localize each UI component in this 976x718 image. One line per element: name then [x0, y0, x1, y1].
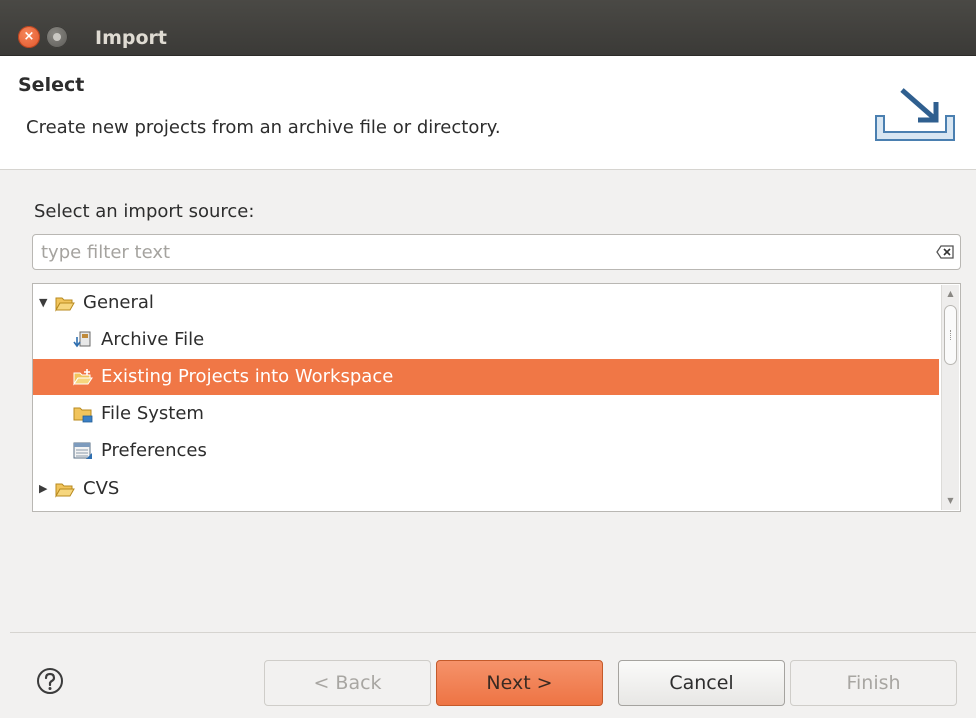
import-source-label: Select an import source:: [34, 201, 255, 222]
folder-open-icon: [55, 297, 75, 312]
tree-item-cvs[interactable]: ▶ CVS: [33, 471, 939, 507]
import-source-tree[interactable]: ▼ General Archive File Existing Projects…: [32, 283, 961, 512]
archive-file-icon: [73, 331, 91, 348]
filter-input[interactable]: [33, 235, 913, 269]
footer-separator: [10, 632, 976, 633]
close-icon: ×: [23, 29, 35, 44]
scroll-down-arrow-icon[interactable]: ▼: [944, 494, 957, 508]
filter-box: [32, 234, 961, 270]
tree-scrollbar[interactable]: ▲ ▼: [941, 285, 959, 510]
wizard-header: Select Create new projects from an archi…: [0, 56, 976, 170]
tree-item-label: Preferences: [101, 440, 207, 461]
tree-item-label: Existing Projects into Workspace: [101, 366, 394, 387]
minimize-window-button[interactable]: [46, 26, 68, 48]
next-button[interactable]: Next >: [436, 660, 603, 706]
preferences-icon: [73, 442, 92, 459]
cancel-button[interactable]: Cancel: [618, 660, 785, 706]
back-button[interactable]: < Back: [264, 660, 431, 706]
finish-button[interactable]: Finish: [790, 660, 957, 706]
scrollbar-thumb[interactable]: [944, 305, 957, 365]
folder-open-icon: [55, 483, 75, 498]
help-icon[interactable]: [36, 667, 64, 695]
page-title: Select: [18, 74, 85, 96]
existing-projects-icon: [73, 369, 93, 386]
expanded-arrow-icon[interactable]: ▼: [39, 285, 51, 321]
title-bar: × Import: [0, 0, 976, 56]
tree-item-label: File System: [101, 403, 204, 424]
tree-item-label: Archive File: [101, 329, 205, 350]
tree-item-archive-file[interactable]: Archive File: [33, 322, 939, 358]
tree-item-label: General: [83, 292, 154, 313]
tree-item-existing-projects[interactable]: Existing Projects into Workspace: [33, 359, 939, 395]
import-wizard-icon: [875, 88, 955, 141]
tree-item-preferences[interactable]: Preferences: [33, 433, 939, 469]
close-window-button[interactable]: ×: [18, 26, 40, 48]
collapsed-arrow-icon[interactable]: ▶: [39, 471, 51, 507]
tree-item-label: CVS: [83, 478, 120, 499]
scroll-up-arrow-icon[interactable]: ▲: [944, 287, 957, 301]
page-description: Create new projects from an archive file…: [26, 117, 501, 138]
folder-icon: [73, 407, 93, 423]
tree-item-general[interactable]: ▼ General: [33, 285, 939, 321]
clear-filter-icon[interactable]: [936, 245, 954, 259]
tree-item-file-system[interactable]: File System: [33, 396, 939, 432]
window-title: Import: [95, 27, 167, 49]
